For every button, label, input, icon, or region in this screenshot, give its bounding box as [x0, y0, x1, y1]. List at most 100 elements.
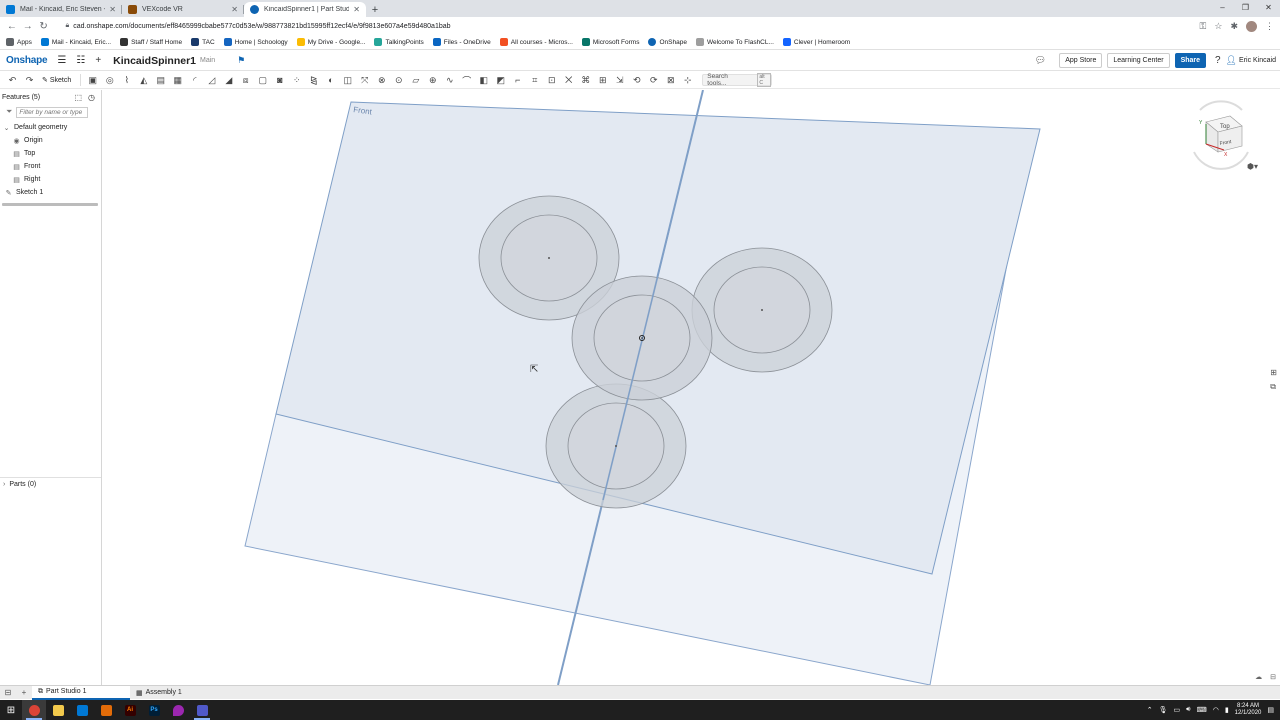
browser-tab-mail[interactable]: Mail - Kincaid, Eric Steven - Outl ✕: [0, 2, 122, 17]
tree-item-sketch[interactable]: ✎ Sketch 1: [0, 186, 101, 199]
redo-icon[interactable]: ↷: [21, 75, 38, 86]
undo-icon[interactable]: ↶: [4, 75, 21, 86]
tree-item-right[interactable]: ▤ Right: [0, 173, 101, 186]
tree-item-front[interactable]: ▤ Front: [0, 160, 101, 173]
star-icon[interactable]: ☆: [1214, 21, 1222, 32]
boolean-icon[interactable]: ◐: [322, 75, 339, 85]
view-options-icon[interactable]: ⬢▾: [1247, 162, 1258, 171]
tab-part-studio-1[interactable]: ⧉ Part Studio 1: [32, 685, 130, 700]
revolve-icon[interactable]: ◎: [101, 75, 118, 86]
maximize-button[interactable]: ❐: [1234, 0, 1257, 15]
versions-graph-icon[interactable]: ⚑: [237, 55, 245, 66]
split-icon[interactable]: ◫: [339, 75, 356, 86]
circle-center-point[interactable]: [761, 309, 763, 311]
comments-icon[interactable]: 💬︎: [1035, 55, 1046, 66]
layout-icon[interactable]: ⊟: [1270, 673, 1276, 681]
key-icon[interactable]: ⚿: [1200, 21, 1207, 32]
battery-icon[interactable]: ▮: [1225, 706, 1229, 714]
taskbar-photoshop[interactable]: Ps: [142, 700, 166, 720]
bookmark-item[interactable]: Mail - Kincaid, Eric...: [40, 38, 111, 46]
bookmark-item[interactable]: All courses - Micros...: [499, 38, 573, 46]
sketch-button[interactable]: ✎ Sketch: [42, 76, 71, 85]
taskbar-outlook[interactable]: [70, 700, 94, 720]
variable-icon[interactable]: ⨉: [560, 75, 577, 86]
parts-list-header[interactable]: › Parts (0): [0, 477, 101, 490]
taskbar-app[interactable]: [94, 700, 118, 720]
bookmark-item[interactable]: OnShape: [648, 38, 687, 46]
cloud-sync-icon[interactable]: ☁: [1255, 673, 1262, 681]
tab-assembly-1[interactable]: ▦ Assembly 1: [130, 686, 228, 700]
feature-filter-input[interactable]: [16, 106, 89, 118]
chevron-down-icon[interactable]: ⌄: [3, 124, 10, 132]
hole-icon[interactable]: ◙: [271, 75, 288, 85]
notifications-icon[interactable]: ▤: [1267, 706, 1274, 714]
mate-connector-icon[interactable]: ⊕: [424, 75, 441, 86]
transform-icon[interactable]: ⤧: [356, 75, 373, 86]
loft-icon[interactable]: ◭: [135, 75, 152, 86]
draft-icon[interactable]: ◢: [220, 75, 237, 86]
taskbar-illustrator[interactable]: Ai: [118, 700, 142, 720]
taskbar-chrome[interactable]: [22, 700, 46, 720]
close-icon[interactable]: ✕: [353, 5, 360, 14]
browser-tab-onshape[interactable]: KincaidSpinner1 | Part Studio 1 ✕: [244, 2, 366, 17]
history-clock-icon[interactable]: ◷: [88, 93, 95, 102]
graphics-viewport[interactable]: Front Top Front Y X ⬢▾ ⊞ ⧉ ⇱ ☁ ⊟: [103, 90, 1280, 685]
section-icon[interactable]: ⌘: [577, 75, 594, 86]
keyboard-icon[interactable]: ⌨: [1197, 706, 1207, 714]
forward-arrow-icon[interactable]: →: [20, 21, 36, 32]
bookmark-item[interactable]: My Drive - Google...: [296, 38, 365, 46]
select-all-icon[interactable]: ⬚: [74, 93, 82, 102]
taskbar-app-droplet[interactable]: [166, 700, 190, 720]
profile-avatar[interactable]: [1246, 20, 1257, 32]
tree-item-top[interactable]: ▤ Top: [0, 147, 101, 160]
hamburger-menu-icon[interactable]: ☰: [57, 55, 66, 66]
add-tab-icon[interactable]: +: [16, 688, 32, 697]
bookmark-item[interactable]: Files - OneDrive: [432, 38, 491, 46]
surface-icon[interactable]: ◧: [475, 75, 492, 86]
view-cube-graphic[interactable]: Top Front Y X: [1190, 100, 1252, 170]
bookmark-item[interactable]: TalkingPoints: [374, 38, 424, 46]
menu-dots-icon[interactable]: ⋮: [1265, 21, 1274, 32]
tab-manager-icon[interactable]: ⊟: [0, 688, 16, 697]
circle-center-point[interactable]: [615, 445, 617, 447]
modify-fillet-icon[interactable]: ⊙: [390, 75, 407, 86]
plane-tool-icon[interactable]: ▱: [407, 75, 424, 86]
shell-icon[interactable]: ▢: [254, 75, 271, 86]
view-cube[interactable]: Top Front Y X ⬢▾: [1190, 100, 1258, 173]
network-icon[interactable]: ▭: [1174, 706, 1181, 714]
rollback-bar[interactable]: [2, 203, 98, 206]
search-tools-input[interactable]: Search tools... alt C: [702, 73, 773, 87]
mirror-icon[interactable]: ⧎: [305, 75, 322, 86]
measure-icon[interactable]: ⊡: [543, 75, 560, 86]
close-icon[interactable]: ✕: [109, 5, 116, 14]
back-arrow-icon[interactable]: ←: [4, 21, 20, 32]
app-store-button[interactable]: App Store: [1059, 53, 1103, 68]
enclose-icon[interactable]: ▦: [169, 75, 186, 86]
new-tab-button[interactable]: +: [366, 2, 384, 17]
chevron-right-icon[interactable]: ›: [3, 481, 5, 488]
minimize-button[interactable]: –: [1211, 0, 1234, 15]
sweep-icon[interactable]: ⌇: [118, 75, 135, 86]
bookmark-item[interactable]: Microsoft Forms: [581, 38, 639, 46]
url-bar[interactable]: 🔒︎ cad.onshape.com/documents/eff8465999c…: [61, 19, 1199, 33]
fill-icon[interactable]: ◩: [492, 75, 509, 86]
circle-center-point[interactable]: [548, 257, 550, 259]
appearance-panel-icon[interactable]: ⊞: [1270, 368, 1277, 377]
windows-start-icon[interactable]: ⊞: [0, 705, 22, 716]
workspace-name[interactable]: Main: [200, 57, 215, 64]
helix-icon[interactable]: ∿: [441, 75, 458, 86]
curve-icon[interactable]: ⌒: [458, 74, 475, 87]
replace-face-icon[interactable]: ⊞: [594, 75, 611, 86]
document-list-icon[interactable]: ☷: [76, 55, 85, 66]
microphone-icon[interactable]: 🎙︎: [1159, 706, 1168, 714]
close-icon[interactable]: ✕: [231, 5, 238, 14]
bend-icon[interactable]: ⟳: [645, 75, 662, 86]
rib-icon[interactable]: ⧈: [237, 75, 254, 86]
wrap-icon[interactable]: ⟲: [628, 75, 645, 86]
custom-feature-icon[interactable]: ⊠: [662, 75, 679, 86]
bookmark-item[interactable]: Welcome To FlashCL...: [695, 38, 774, 46]
taskbar-teams[interactable]: [190, 700, 214, 720]
document-title[interactable]: KincaidSpinner1: [113, 55, 196, 67]
bookmark-item[interactable]: Clever | Homeroom: [782, 38, 850, 46]
fillet-icon[interactable]: ◜: [186, 75, 203, 86]
